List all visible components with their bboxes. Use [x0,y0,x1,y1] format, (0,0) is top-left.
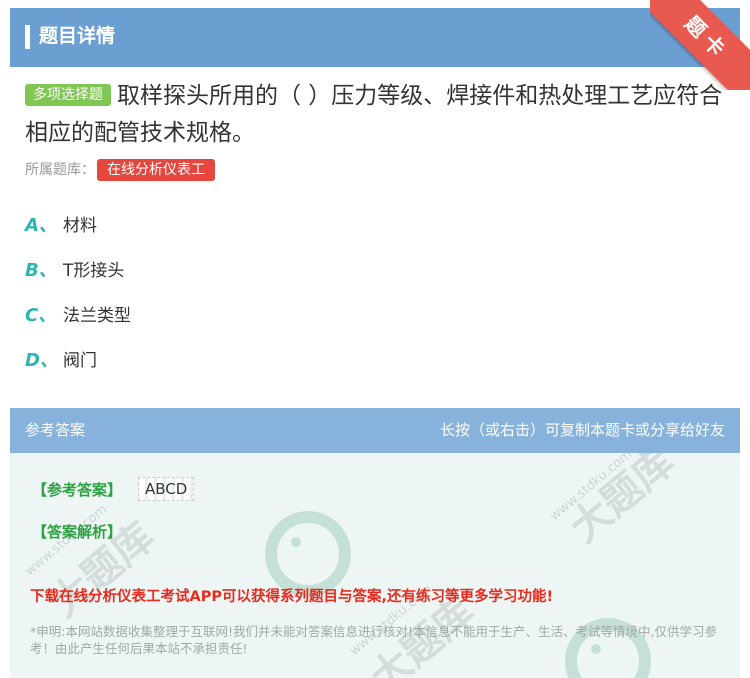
option-letter: B、 [25,260,57,281]
option-letter: C、 [25,305,57,326]
disclaimer-text: *申明:本网站数据收集整理于互联网!我们并未能对答案信息进行核对!本信息不能用于… [30,624,717,656]
app-download-promo[interactable]: 下载在线分析仪表工考试APP可以获得系列题目与答案,还有练习等更多学习功能! [30,585,553,606]
question-text-block: 多项选择题 取样探头所用的（ ）压力等级、焊接件和热处理工艺应符合相应的配管技术规… [25,78,725,152]
bank-tag[interactable]: 在线分析仪表工 [97,159,215,181]
option-text: 阀门 [63,351,97,371]
option-d[interactable]: D、 阀门 [25,346,97,376]
option-a[interactable]: A、 材料 [25,211,97,241]
answer-body: 大题库 大题库 大题库 www.stdku.com www.stdku.com … [10,453,740,678]
option-text: T形接头 [63,261,125,281]
answer-header: 参考答案 长按（或右击）可复制本题卡或分享给好友 [10,408,740,453]
option-c[interactable]: C、 法兰类型 [25,301,131,331]
page-title: 题目详情 [39,25,116,47]
card-ribbon: 题卡 [650,0,750,90]
option-b[interactable]: B、 T形接头 [25,256,124,286]
bank-label: 所属题库： [25,162,95,178]
question-type-badge: 多项选择题 [25,84,111,106]
option-letter: A、 [25,215,57,236]
share-hint: 长按（或右击）可复制本题卡或分享给好友 [439,421,725,439]
header-accent-bar [25,25,30,49]
answer-header-title: 参考答案 [25,421,86,439]
option-text: 法兰类型 [63,306,131,326]
option-text: 材料 [63,216,97,236]
option-letter: D、 [25,350,58,371]
page-header: 题目详情 [10,8,740,67]
question-bank-row: 所属题库： 在线分析仪表工 [25,158,215,182]
question-text: 取样探头所用的（ ）压力等级、焊接件和热处理工艺应符合相应的配管技术规格。 [25,83,723,146]
ribbon-label: 题卡 [650,0,750,90]
reference-answer-label: 【参考答案】 [32,481,123,499]
reference-answer-value[interactable]: ABCD [138,477,195,501]
answer-analysis-label: 【答案解析】 [32,523,123,541]
